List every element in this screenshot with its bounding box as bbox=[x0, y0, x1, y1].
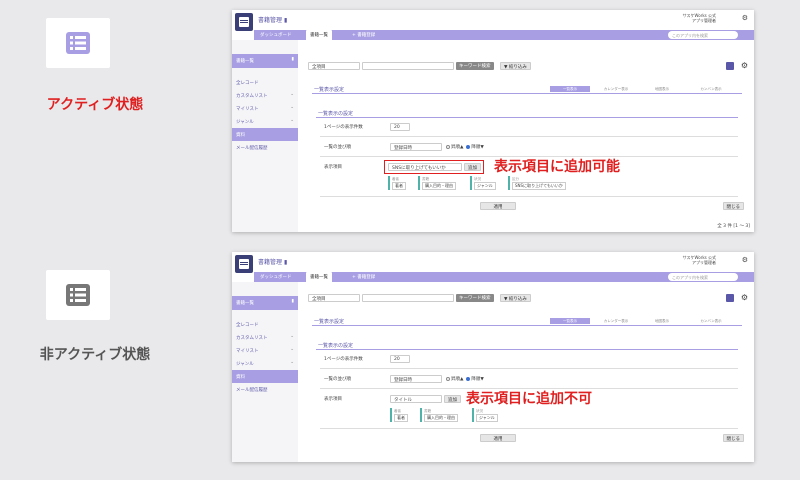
tab-book-list[interactable]: 書籍一覧 bbox=[306, 30, 332, 40]
display-chip[interactable]: 著者 著者 bbox=[390, 408, 416, 422]
nav-register[interactable]: + 書籍登録 bbox=[352, 274, 375, 280]
display-item-select[interactable]: SNSに取り上げてもいいか bbox=[388, 163, 462, 171]
keyword-search-button[interactable]: キーワード検索 bbox=[456, 62, 494, 70]
nav-dashboard[interactable]: ダッシュボード bbox=[260, 274, 292, 280]
display-chip[interactable]: 書籍 購入目的・理由 bbox=[420, 408, 468, 422]
settings-gear-icon[interactable]: ⚙ bbox=[741, 61, 748, 70]
inactive-state-label: 非アクティブ状態 bbox=[39, 347, 151, 363]
pagination: 全 3 件 [1 ～ 3] bbox=[717, 224, 750, 229]
app-title: 書籍管理 ▮ bbox=[258, 17, 288, 24]
view-toggle-icon[interactable] bbox=[726, 62, 734, 70]
tab-map-view[interactable]: 地図表示 bbox=[642, 86, 682, 92]
view-toggle-icon[interactable] bbox=[726, 294, 734, 302]
order-radios[interactable]: 昇順▲ 降順▼ bbox=[446, 144, 484, 150]
apply-button[interactable]: 適用 bbox=[480, 434, 516, 442]
filter-select[interactable]: 全項目 bbox=[308, 294, 360, 302]
per-page-select[interactable]: 20 bbox=[390, 355, 410, 363]
annotation-not-addable: 表示項目に追加不可 bbox=[466, 391, 592, 407]
inactive-state-icon-box bbox=[46, 270, 110, 320]
tab-list-view[interactable]: 一覧表示 bbox=[550, 318, 590, 324]
nav-register[interactable]: + 書籍登録 bbox=[352, 32, 375, 38]
sidebar-header: 書籍一覧 ▮ bbox=[232, 54, 298, 68]
tab-list-view[interactable]: 一覧表示 bbox=[550, 86, 590, 92]
sidebar-item-genre[interactable]: ジャンル ⌄ bbox=[232, 357, 298, 370]
section-title: 一覧表示の設定 bbox=[318, 343, 354, 349]
active-state-label: アクティブ状態 bbox=[46, 97, 144, 113]
display-chip[interactable]: 区分 SNSに取り上げてもいいか bbox=[508, 176, 578, 190]
display-chip[interactable]: 著者 著者 bbox=[388, 176, 414, 190]
sidebar-header: 書籍一覧 ▮ bbox=[232, 296, 298, 310]
tab-book-list[interactable]: 書籍一覧 bbox=[306, 272, 332, 282]
main-panel: 全項目 キーワード検索 ▼ 絞り込み ⚙ 一覧表示設定 一覧表示 カレンダー表示… bbox=[304, 40, 754, 232]
add-button[interactable]: 追加 bbox=[464, 163, 481, 171]
settings-title: 一覧表示設定 bbox=[314, 319, 345, 325]
order-label: 一覧の並び順 bbox=[324, 377, 351, 382]
tab-calendar-view[interactable]: カレンダー表示 bbox=[594, 318, 638, 324]
sidebar-item-mylist[interactable]: マイリスト ⌄ bbox=[232, 102, 298, 115]
tab-map-view[interactable]: 地図表示 bbox=[642, 318, 682, 324]
sidebar-item-mail[interactable]: メール配信履歴 bbox=[232, 383, 298, 396]
narrow-button[interactable]: ▼ 絞り込み bbox=[500, 294, 531, 302]
tab-calendar-view[interactable]: カレンダー表示 bbox=[594, 86, 638, 92]
app-search-input[interactable]: このアプリ内を検索 bbox=[668, 31, 738, 39]
user-info[interactable]: サスケWorks 公式 アプリ管理者 bbox=[683, 13, 716, 23]
tab-kanban-view[interactable]: カンバン表示 bbox=[686, 86, 736, 92]
sidebar: 書籍一覧 ▮ 全レコード カスタムリスト ⌄ マイリスト ⌄ ジャンル ⌄ 資料 メール… bbox=[232, 40, 298, 232]
sidebar-item-mail[interactable]: メール配信履歴 bbox=[232, 141, 298, 154]
order-select[interactable]: 登録日時 bbox=[390, 375, 442, 383]
sidebar-item-all[interactable]: 全レコード bbox=[232, 318, 298, 331]
keyword-input[interactable] bbox=[362, 62, 454, 70]
sidebar-item-docs[interactable]: 資料 bbox=[232, 370, 298, 383]
display-chip[interactable]: 書籍 購入目的・理由 bbox=[418, 176, 466, 190]
sidebar-item-all[interactable]: 全レコード bbox=[232, 76, 298, 89]
sidebar-item-custom[interactable]: カスタムリスト ⌄ bbox=[232, 331, 298, 344]
sidebar-item-custom[interactable]: カスタムリスト ⌄ bbox=[232, 89, 298, 102]
settings-title: 一覧表示設定 bbox=[314, 87, 345, 93]
list-icon bbox=[66, 284, 90, 306]
app-title: 書籍管理 ▮ bbox=[258, 259, 288, 266]
sidebar-item-mylist[interactable]: マイリスト ⌄ bbox=[232, 344, 298, 357]
order-label: 一覧の並び順 bbox=[324, 145, 351, 150]
sidebar: 書籍一覧 ▮ 全レコード カスタムリスト ⌄ マイリスト ⌄ ジャンル ⌄ 資料 メール… bbox=[232, 282, 298, 462]
order-radios[interactable]: 昇順▲ 降順▼ bbox=[446, 376, 484, 382]
close-button[interactable]: 閉じる bbox=[722, 434, 744, 442]
sidebar-item-docs[interactable]: 資料 bbox=[232, 128, 298, 141]
apply-button[interactable]: 適用 bbox=[480, 202, 516, 210]
list-icon bbox=[66, 32, 90, 54]
app-subnav: ダッシュボード 書籍一覧 + 書籍登録 このアプリ内を検索 bbox=[254, 30, 754, 40]
app-logo bbox=[235, 255, 253, 273]
app-search-input[interactable]: このアプリ内を検索 bbox=[668, 273, 738, 281]
main-panel: 全項目 キーワード検索 ▼ 絞り込み ⚙ 一覧表示設定 一覧表示 カレンダー表示… bbox=[304, 282, 754, 462]
app-subnav: ダッシュボード 書籍一覧 + 書籍登録 このアプリ内を検索 bbox=[254, 272, 754, 282]
tab-kanban-view[interactable]: カンバン表示 bbox=[686, 318, 736, 324]
per-page-label: 1ページの表示件数 bbox=[324, 357, 363, 362]
order-select[interactable]: 登録日時 bbox=[390, 143, 442, 151]
display-items-label: 表示項目 bbox=[324, 165, 342, 170]
display-item-select[interactable]: タイトル bbox=[390, 395, 442, 403]
settings-gear-icon[interactable]: ⚙ bbox=[741, 293, 748, 302]
add-button[interactable]: 追加 bbox=[444, 395, 461, 403]
nav-dashboard[interactable]: ダッシュボード bbox=[260, 32, 292, 38]
header-icons[interactable]: ⚙ bbox=[742, 256, 750, 264]
narrow-button[interactable]: ▼ 絞り込み bbox=[500, 62, 531, 70]
app-logo bbox=[235, 13, 253, 31]
section-title: 一覧表示の設定 bbox=[318, 111, 354, 117]
annotation-addable: 表示項目に追加可能 bbox=[494, 159, 620, 175]
display-items-label: 表示項目 bbox=[324, 397, 342, 402]
per-page-select[interactable]: 20 bbox=[390, 123, 410, 131]
active-state-icon-box bbox=[46, 18, 110, 68]
display-chip[interactable]: 状況 ジャンル bbox=[470, 176, 504, 190]
close-button[interactable]: 閉じる bbox=[722, 202, 744, 210]
filter-select[interactable]: 全項目 bbox=[308, 62, 360, 70]
inactive-screenshot: 書籍管理 ▮ サスケWorks 公式 アプリ管理者 ⚙ ダッシュボード 書籍一覧 … bbox=[232, 252, 754, 462]
user-info[interactable]: サスケWorks 公式 アプリ管理者 bbox=[683, 255, 716, 265]
active-screenshot: 書籍管理 ▮ サスケWorks 公式 アプリ管理者 ⚙ ダッシュボード 書籍一覧 … bbox=[232, 10, 754, 232]
keyword-input[interactable] bbox=[362, 294, 454, 302]
per-page-label: 1ページの表示件数 bbox=[324, 125, 363, 130]
display-chip[interactable]: 状況 ジャンル bbox=[472, 408, 506, 422]
header-icons[interactable]: ⚙ bbox=[742, 14, 750, 22]
keyword-search-button[interactable]: キーワード検索 bbox=[456, 294, 494, 302]
sidebar-item-genre[interactable]: ジャンル ⌄ bbox=[232, 115, 298, 128]
